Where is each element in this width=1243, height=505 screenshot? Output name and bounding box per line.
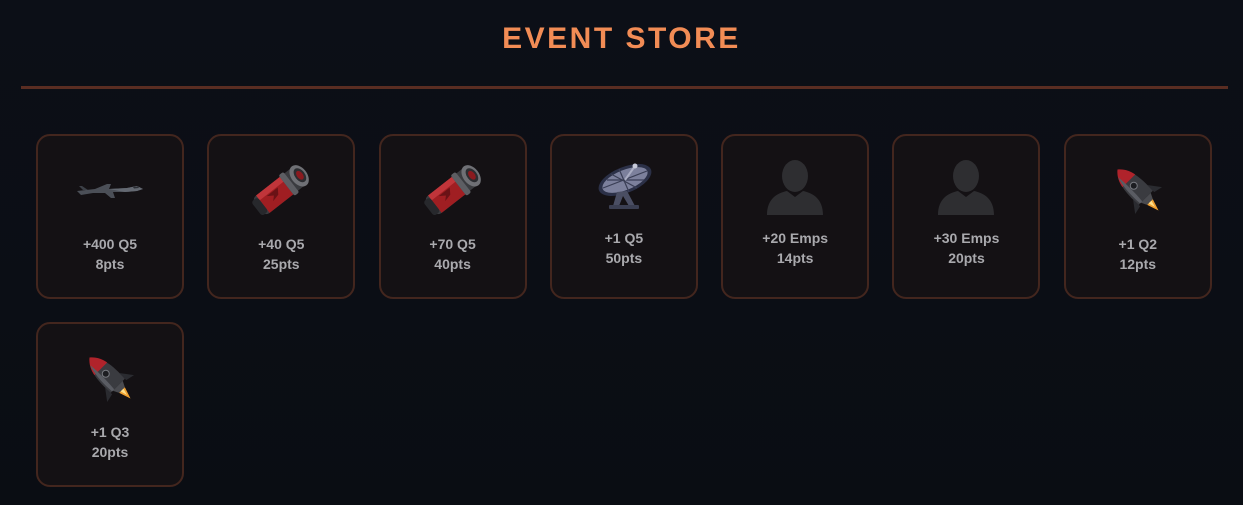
- store-title: EVENT STORE: [502, 22, 741, 55]
- item-amount: +30 Emps: [933, 230, 1000, 246]
- item-amount: +1 Q5: [604, 230, 644, 246]
- store-item-card[interactable]: +1 Q5 50pts: [549, 134, 698, 299]
- item-cost: 20pts: [948, 250, 985, 266]
- item-amount: +40 Q5: [258, 236, 305, 252]
- store-item-card[interactable]: +400 Q5 8pts: [36, 134, 184, 299]
- item-amount: +400 Q5: [82, 236, 138, 252]
- item-cost: 8pts: [95, 256, 125, 272]
- event-store-panel: EVENT STORE +400 Q5 8pts +40 Q5 25pts +7…: [0, 0, 1243, 505]
- store-item-card[interactable]: +1 Q2 12pts: [1063, 134, 1212, 299]
- item-cost: 50pts: [605, 250, 643, 266]
- store-items-grid: +400 Q5 8pts +40 Q5 25pts +70 Q5 40pts +…: [36, 134, 1212, 487]
- item-cost: 14pts: [776, 250, 814, 266]
- store-item-card[interactable]: +1 Q3 20pts: [36, 322, 184, 487]
- person-silhouette-icon: [929, 154, 1003, 218]
- item-cost: 40pts: [434, 256, 471, 272]
- store-item-card[interactable]: +40 Q5 25pts: [207, 134, 356, 299]
- title-divider: [21, 86, 1228, 89]
- store-item-card[interactable]: +70 Q5 40pts: [378, 134, 527, 299]
- item-amount: +70 Q5: [429, 236, 476, 252]
- item-amount: +1 Q2: [1118, 236, 1158, 252]
- missile-canister-icon: [244, 158, 318, 222]
- item-cost: 20pts: [91, 444, 129, 460]
- item-cost: 12pts: [1119, 256, 1157, 272]
- fighter-jet-icon: [73, 158, 147, 222]
- store-item-card[interactable]: +20 Emps 14pts: [721, 134, 870, 299]
- missile-canister-icon: [416, 158, 490, 222]
- item-amount: +20 Emps: [762, 230, 829, 246]
- person-silhouette-icon: [758, 154, 832, 218]
- item-cost: 25pts: [263, 256, 300, 272]
- store-item-card[interactable]: +30 Emps 20pts: [892, 134, 1041, 299]
- item-amount: +1 Q3: [90, 424, 130, 440]
- rocket-icon: [73, 346, 147, 410]
- rocket-icon: [1101, 158, 1175, 222]
- satellite-dish-icon: [587, 154, 661, 218]
